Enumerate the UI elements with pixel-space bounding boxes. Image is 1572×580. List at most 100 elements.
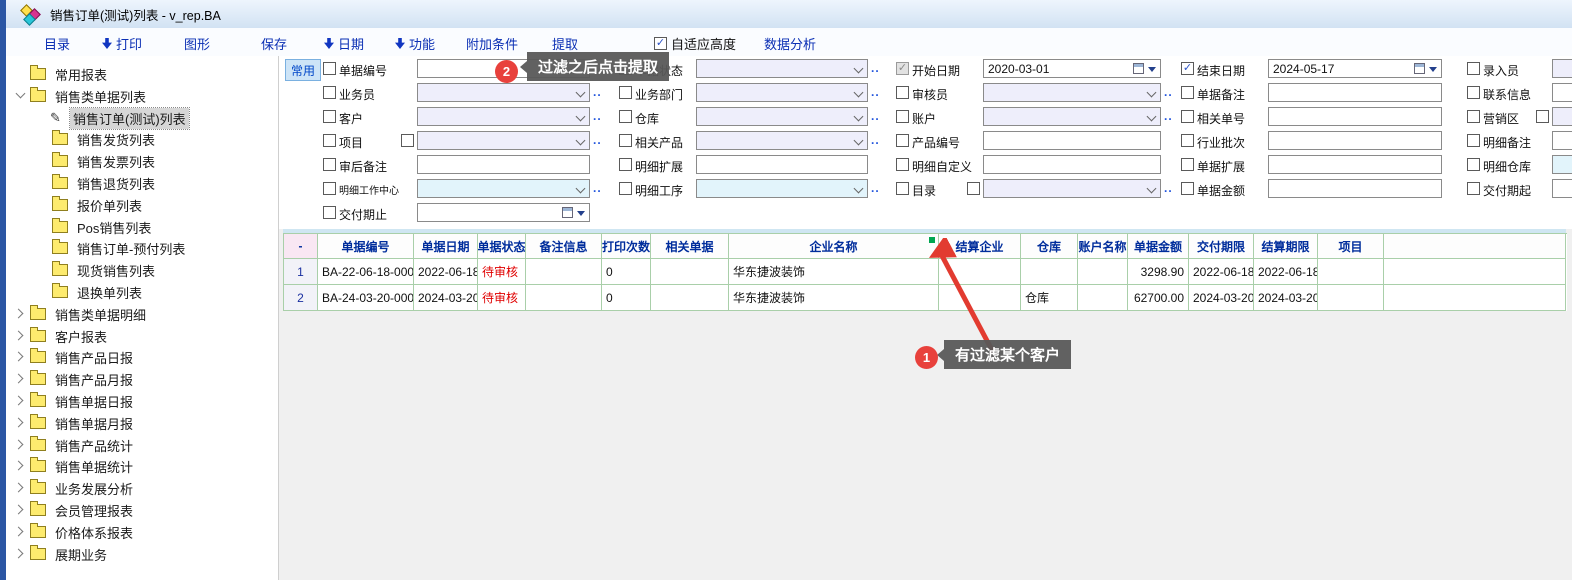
column-header[interactable]: 项目 bbox=[1318, 234, 1384, 259]
filter-extra-checkbox[interactable] bbox=[967, 182, 980, 195]
menu-item-data-analysis[interactable]: 数据分析 bbox=[764, 34, 816, 53]
filter-date-input[interactable]: 2024-05-17 bbox=[1268, 59, 1442, 78]
expand-icon[interactable] bbox=[14, 307, 28, 321]
column-header[interactable]: 相关单据 bbox=[651, 234, 729, 259]
filter-checkbox[interactable] bbox=[1181, 158, 1194, 171]
sidebar-item[interactable]: 销售类单据列表 bbox=[14, 86, 149, 106]
filter-checkbox[interactable] bbox=[1467, 158, 1480, 171]
filter-select[interactable] bbox=[983, 179, 1161, 198]
filter-checkbox[interactable] bbox=[896, 110, 909, 123]
filter-checkbox[interactable] bbox=[323, 62, 336, 75]
filter-checkbox[interactable] bbox=[619, 182, 632, 195]
menu-item[interactable]: 提取 bbox=[552, 34, 578, 53]
filter-select[interactable] bbox=[1552, 107, 1572, 126]
expand-icon[interactable] bbox=[14, 525, 28, 539]
filter-extra-checkbox[interactable] bbox=[1536, 110, 1549, 123]
fit-height-checkbox[interactable]: ✓ bbox=[654, 37, 667, 50]
sidebar-item[interactable]: 业务发展分析 bbox=[14, 478, 136, 498]
expand-icon[interactable] bbox=[14, 416, 28, 430]
sidebar-item[interactable]: 价格体系报表 bbox=[14, 522, 136, 542]
table-row[interactable]: 1BA-22-06-18-00022022-06-18待审核0华东捷波装饰329… bbox=[284, 259, 1567, 285]
filter-checkbox[interactable] bbox=[1181, 134, 1194, 147]
common-filters-button[interactable]: 常用 bbox=[285, 59, 321, 81]
expand-icon[interactable] bbox=[14, 394, 28, 408]
sidebar-item[interactable]: 客户报表 bbox=[14, 326, 110, 346]
filter-extra-checkbox[interactable] bbox=[401, 134, 414, 147]
menu-item[interactable]: 功能 bbox=[395, 34, 435, 53]
sidebar-item[interactable]: 销售退货列表 bbox=[36, 173, 158, 193]
filter-date-input[interactable] bbox=[417, 203, 590, 222]
sidebar-item[interactable]: 销售产品日报 bbox=[14, 347, 136, 367]
column-header[interactable]: 账户名称 bbox=[1078, 234, 1128, 259]
filter-checkbox[interactable] bbox=[323, 110, 336, 123]
column-header[interactable]: - bbox=[284, 234, 318, 259]
filter-select[interactable] bbox=[696, 179, 868, 198]
fit-height-toggle[interactable]: ✓自适应高度 bbox=[654, 34, 736, 53]
filter-checkbox[interactable] bbox=[323, 206, 336, 219]
filter-text-input[interactable] bbox=[983, 131, 1161, 150]
expand-icon[interactable] bbox=[14, 547, 28, 561]
filter-checkbox[interactable] bbox=[323, 134, 336, 147]
column-header[interactable]: 结算期限 bbox=[1254, 234, 1318, 259]
filter-text-input[interactable] bbox=[983, 155, 1161, 174]
sidebar-item[interactable]: 销售单据统计 bbox=[14, 456, 136, 476]
filter-select[interactable] bbox=[1552, 155, 1572, 174]
column-header[interactable]: 备注信息 bbox=[526, 234, 602, 259]
filter-checkbox[interactable] bbox=[1181, 182, 1194, 195]
sidebar-item[interactable]: 销售产品统计 bbox=[14, 435, 136, 455]
filter-checkbox[interactable] bbox=[1467, 86, 1480, 99]
column-header[interactable] bbox=[1384, 234, 1566, 259]
filter-select[interactable] bbox=[696, 83, 868, 102]
filter-text-input[interactable] bbox=[696, 155, 868, 174]
filter-text-input[interactable] bbox=[1268, 83, 1442, 102]
filter-select[interactable] bbox=[417, 107, 590, 126]
expand-icon[interactable] bbox=[14, 372, 28, 386]
menu-item[interactable]: 目录 bbox=[44, 34, 70, 53]
menu-item[interactable]: 日期 bbox=[324, 34, 364, 53]
sidebar-item[interactable]: 现货销售列表 bbox=[36, 260, 158, 280]
filter-checkbox[interactable] bbox=[323, 158, 336, 171]
filter-text-input[interactable] bbox=[1552, 59, 1572, 78]
filter-select[interactable] bbox=[983, 107, 1161, 126]
filter-checkbox[interactable] bbox=[896, 158, 909, 171]
sidebar-item[interactable]: 会员管理报表 bbox=[14, 500, 136, 520]
expand-icon[interactable] bbox=[14, 481, 28, 495]
sidebar-item[interactable]: 销售单据日报 bbox=[14, 391, 136, 411]
filter-text-input[interactable] bbox=[1268, 131, 1442, 150]
filter-select[interactable] bbox=[696, 59, 868, 78]
sidebar-item[interactable]: 销售订单-预付列表 bbox=[36, 238, 188, 258]
filter-select[interactable] bbox=[696, 131, 868, 150]
expand-icon[interactable] bbox=[14, 350, 28, 364]
column-header[interactable]: 单据状态 bbox=[478, 234, 526, 259]
filter-checkbox[interactable]: ✓ bbox=[1181, 62, 1194, 75]
filter-text-input[interactable] bbox=[1552, 83, 1572, 102]
sidebar-item[interactable]: 销售发票列表 bbox=[36, 151, 158, 171]
filter-select[interactable] bbox=[417, 83, 590, 102]
filter-select[interactable] bbox=[983, 83, 1161, 102]
column-header[interactable]: 企业名称 bbox=[729, 234, 939, 259]
filter-checkbox[interactable] bbox=[896, 182, 909, 195]
filter-checkbox[interactable] bbox=[1467, 110, 1480, 123]
collapse-icon[interactable] bbox=[14, 89, 28, 103]
filter-checkbox[interactable] bbox=[1467, 134, 1480, 147]
menu-item[interactable]: 保存 bbox=[261, 34, 287, 53]
filter-text-input[interactable] bbox=[1268, 107, 1442, 126]
menu-item[interactable]: 图形 bbox=[184, 34, 210, 53]
menu-item[interactable]: 打印 bbox=[102, 34, 142, 53]
filter-select[interactable] bbox=[417, 179, 590, 198]
expand-icon[interactable] bbox=[14, 459, 28, 473]
expand-icon[interactable] bbox=[14, 329, 28, 343]
filter-checkbox[interactable] bbox=[896, 134, 909, 147]
sidebar-item[interactable]: 退换单列表 bbox=[36, 282, 145, 302]
table-row[interactable]: 2BA-24-03-20-00012024-03-20待审核0华东捷波装饰仓库6… bbox=[284, 285, 1567, 311]
filter-select[interactable] bbox=[417, 131, 590, 150]
filter-checkbox[interactable] bbox=[619, 134, 632, 147]
filter-date-input[interactable]: 2020-03-01 bbox=[983, 59, 1161, 78]
column-header[interactable]: 仓库 bbox=[1021, 234, 1078, 259]
filter-checkbox[interactable]: ✓ bbox=[896, 62, 909, 75]
filter-checkbox[interactable] bbox=[1467, 62, 1480, 75]
filter-text-input[interactable] bbox=[1552, 131, 1572, 150]
filter-text-input[interactable] bbox=[1552, 179, 1572, 198]
sidebar-item[interactable]: 销售单据月报 bbox=[14, 413, 136, 433]
filter-checkbox[interactable] bbox=[896, 86, 909, 99]
